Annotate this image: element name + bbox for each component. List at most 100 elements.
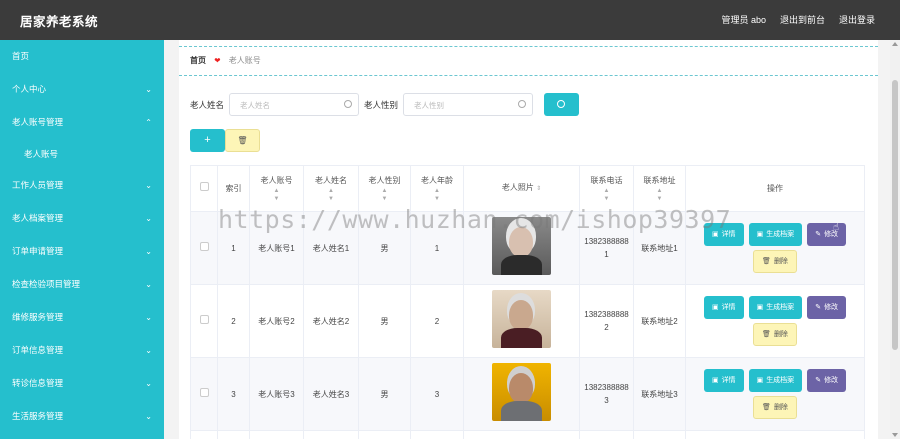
sort-icon[interactable]: ▲ ▼: [411, 187, 463, 203]
select-all-checkbox[interactable]: [199, 182, 209, 191]
row-operations: ▣ 详情 ▣ 生成档案 ✎ 修改 🗑 删除: [695, 223, 855, 273]
column-header[interactable]: 老人姓名 ▲ ▼: [303, 165, 359, 212]
pencil-icon: ✎: [815, 304, 822, 311]
breadcrumb-home[interactable]: 首页: [190, 56, 206, 65]
chevron-down-icon: ⌄: [145, 379, 152, 388]
cell-account: 老人账号1: [249, 211, 304, 285]
document-icon: ▣: [756, 304, 764, 311]
search-button[interactable]: [544, 93, 580, 116]
add-button[interactable]: +: [190, 129, 225, 152]
chevron-down-icon: ⌄: [145, 280, 152, 289]
scroll-down-icon[interactable]: [892, 433, 898, 437]
chevron-down-icon: ⌄: [145, 247, 152, 256]
detail-button[interactable]: ▣ 详情: [703, 369, 744, 392]
chevron-down-icon: ⌄: [145, 412, 152, 421]
sidebar-item-staff[interactable]: 工作人员管理 ⌄: [0, 169, 164, 202]
cell-gender: 男: [358, 284, 411, 358]
sidebar-subitem-elder-account[interactable]: 老人账号: [0, 139, 164, 169]
elder-gender-input[interactable]: 老人性别: [403, 93, 534, 116]
sidebar-item-label: 订单申请管理: [12, 246, 64, 256]
sort-icon[interactable]: ▲ ▼: [634, 187, 685, 203]
chevron-down-icon: ⌄: [145, 313, 152, 322]
sidebar-item-elder-records[interactable]: 老人档案管理 ⌄: [0, 202, 164, 235]
column-header: 索引: [217, 165, 250, 212]
sidebar-item-elder-accounts[interactable]: 老人账号管理 ⌃: [0, 106, 164, 139]
sort-icon[interactable]: ⇕: [536, 186, 541, 192]
sort-icon[interactable]: ▲ ▼: [250, 187, 303, 203]
heart-icon: ❤: [214, 56, 221, 65]
elder-photo: [492, 363, 551, 421]
sidebar-item-repair-service[interactable]: 维修服务管理 ⌄: [0, 301, 164, 334]
elder-name-input[interactable]: 老人姓名: [229, 93, 360, 116]
elder-photo: [492, 217, 551, 275]
sidebar-item-home[interactable]: 首页: [0, 40, 164, 73]
column-header-label: 老人性别: [368, 176, 401, 185]
cell-name: 老人姓名3: [303, 357, 359, 431]
edit-button[interactable]: ✎ 修改: [807, 296, 847, 319]
back-to-frontend-link[interactable]: 退出到前台: [780, 13, 825, 26]
scroll-up-icon[interactable]: [892, 42, 898, 46]
document-icon: ▣: [711, 377, 719, 384]
main-content: 首页 ❤ 老人账号 老人姓名 老人姓名 老人性别 老人性别 + 🗑 索引 老人账…: [179, 40, 878, 439]
table-actions: + 🗑: [190, 129, 260, 152]
sidebar-item-label: 订单信息管理: [12, 345, 64, 355]
sidebar-item-inspection-items[interactable]: 检查检验项目管理 ⌄: [0, 268, 164, 301]
sort-icon[interactable]: ▲ ▼: [359, 187, 410, 203]
document-icon: ▣: [711, 304, 719, 311]
sidebar-item-referral-info[interactable]: 转诊信息管理 ⌄: [0, 367, 164, 400]
search-icon: [518, 100, 527, 108]
cell-age: 2: [410, 284, 464, 358]
sidebar-item-label: 维修服务管理: [12, 312, 64, 322]
delete-button[interactable]: 🗑 删除: [753, 396, 797, 419]
column-header[interactable]: 老人性别 ▲ ▼: [358, 165, 411, 212]
pencil-icon: ✎: [815, 377, 822, 384]
edit-button[interactable]: ✎ 修改: [807, 369, 847, 392]
edit-button[interactable]: ✎ 修改: [807, 223, 847, 246]
pencil-icon: ✎: [815, 231, 822, 238]
cell-phone: 13823888882: [579, 284, 634, 358]
page-scrollbar[interactable]: [890, 40, 900, 439]
search-icon: [344, 100, 353, 108]
row-checkbox[interactable]: [199, 387, 209, 397]
sidebar-item-label: 生活服务管理: [12, 411, 64, 421]
scrollbar-thumb[interactable]: [892, 80, 898, 350]
cell-index: 1: [217, 211, 250, 285]
elder-name-label: 老人姓名: [190, 99, 225, 110]
breadcrumb: 首页 ❤ 老人账号: [179, 46, 878, 76]
sort-icon[interactable]: ▲ ▼: [580, 187, 633, 203]
cell-age: 1: [410, 211, 464, 285]
generate-record-button[interactable]: ▣ 生成档案: [748, 369, 803, 392]
sidebar-item-personal-center[interactable]: 个人中心 ⌄: [0, 73, 164, 106]
sidebar-item-label: 首页: [12, 51, 30, 61]
sidebar-item-label: 老人档案管理: [12, 213, 64, 223]
detail-button[interactable]: ▣ 详情: [703, 223, 744, 246]
generate-record-button[interactable]: ▣ 生成档案: [748, 223, 803, 246]
row-checkbox[interactable]: [199, 241, 209, 251]
select-all-cell[interactable]: [190, 165, 218, 212]
delete-button[interactable]: 🗑 删除: [753, 323, 797, 346]
logout-link[interactable]: 退出登录: [839, 13, 875, 26]
document-icon: ▣: [756, 231, 764, 238]
column-header[interactable]: 联系电话 ▲ ▼: [579, 165, 634, 212]
trash-icon: 🗑: [762, 404, 771, 411]
sidebar-item-order-requests[interactable]: 订单申请管理 ⌄: [0, 235, 164, 268]
detail-button[interactable]: ▣ 详情: [703, 296, 744, 319]
elder-gender-label: 老人性别: [364, 99, 399, 110]
row-checkbox[interactable]: [199, 314, 209, 324]
cell-address: 联系地址3: [633, 357, 686, 431]
delete-button[interactable]: 🗑 删除: [753, 250, 797, 273]
column-header[interactable]: 老人账号 ▲ ▼: [249, 165, 304, 212]
cell-age: 3: [410, 357, 464, 431]
cell-gender: 男: [358, 211, 411, 285]
cell-name: 老人姓名1: [303, 211, 359, 285]
column-header[interactable]: 老人年龄 ▲ ▼: [410, 165, 464, 212]
column-header[interactable]: 老人照片 ⇕: [463, 165, 580, 212]
batch-delete-button[interactable]: 🗑: [225, 129, 260, 152]
generate-record-button[interactable]: ▣ 生成档案: [748, 296, 803, 319]
chevron-down-icon: ⌄: [145, 214, 152, 223]
sidebar-item-life-service[interactable]: 生活服务管理 ⌄: [0, 400, 164, 433]
column-header[interactable]: 联系地址 ▲ ▼: [633, 165, 686, 212]
sidebar-item-order-info[interactable]: 订单信息管理 ⌄: [0, 334, 164, 367]
row-operations: ▣ 详情 ▣ 生成档案 ✎ 修改 🗑 删除: [695, 296, 855, 346]
sort-icon[interactable]: ▲ ▼: [304, 187, 358, 203]
